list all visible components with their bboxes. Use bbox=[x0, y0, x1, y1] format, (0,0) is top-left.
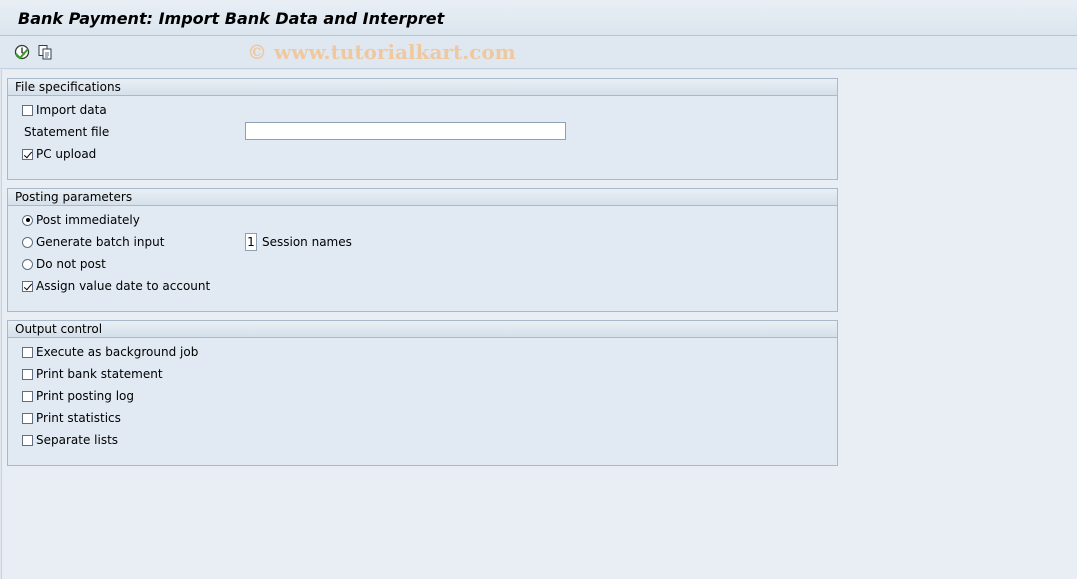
print-bank-statement-checkbox[interactable] bbox=[22, 368, 33, 380]
assign-value-date-option[interactable]: Assign value date to account bbox=[22, 277, 210, 295]
separate-lists-option[interactable]: Separate lists bbox=[22, 431, 118, 449]
do-not-post-radio[interactable] bbox=[22, 258, 33, 270]
execute-icon[interactable] bbox=[13, 43, 31, 61]
statement-file-label: Statement file bbox=[24, 125, 110, 139]
generate-batch-option[interactable]: Generate batch input bbox=[22, 233, 164, 251]
separate-lists-checkbox[interactable] bbox=[22, 434, 33, 446]
watermark-text: © www.tutorialkart.com bbox=[247, 40, 516, 64]
statement-file-input[interactable] bbox=[245, 122, 566, 140]
print-posting-log-checkbox[interactable] bbox=[22, 390, 33, 402]
title-bar: Bank Payment: Import Bank Data and Inter… bbox=[0, 0, 1077, 36]
get-variant-icon[interactable] bbox=[36, 43, 54, 61]
assign-value-date-label: Assign value date to account bbox=[36, 279, 211, 293]
print-posting-log-option[interactable]: Print posting log bbox=[22, 387, 134, 405]
post-immediately-label: Post immediately bbox=[36, 213, 140, 227]
generate-batch-label: Generate batch input bbox=[36, 235, 165, 249]
application-toolbar: © www.tutorialkart.com bbox=[0, 37, 1077, 69]
pc-upload-checkbox[interactable] bbox=[22, 148, 33, 160]
print-statistics-checkbox[interactable] bbox=[22, 412, 33, 424]
assign-value-date-checkbox[interactable] bbox=[22, 280, 33, 292]
session-names-row: Session names bbox=[262, 233, 352, 251]
separate-lists-label: Separate lists bbox=[36, 433, 119, 447]
print-posting-log-label: Print posting log bbox=[36, 389, 134, 403]
session-names-input[interactable]: 1 bbox=[245, 233, 257, 251]
do-not-post-label: Do not post bbox=[36, 257, 106, 271]
statement-file-row: Statement file bbox=[24, 123, 109, 141]
group-posting-parameters: Posting parameters Post immediately Gene… bbox=[7, 188, 838, 312]
selection-screen: File specifications Import data Statemen… bbox=[1, 70, 1077, 579]
page-title: Bank Payment: Import Bank Data and Inter… bbox=[18, 9, 445, 28]
import-data-checkbox[interactable] bbox=[22, 104, 33, 116]
post-immediately-radio[interactable] bbox=[22, 214, 33, 226]
pc-upload-option[interactable]: PC upload bbox=[22, 145, 96, 163]
import-data-option[interactable]: Import data bbox=[22, 101, 107, 119]
background-job-label: Execute as background job bbox=[36, 345, 199, 359]
import-data-label: Import data bbox=[36, 103, 107, 117]
background-job-checkbox[interactable] bbox=[22, 346, 33, 358]
background-job-option[interactable]: Execute as background job bbox=[22, 343, 198, 361]
group-header-file-specifications: File specifications bbox=[8, 79, 837, 96]
print-statistics-label: Print statistics bbox=[36, 411, 121, 425]
session-names-label: Session names bbox=[262, 235, 352, 249]
print-bank-statement-label: Print bank statement bbox=[36, 367, 163, 381]
group-header-output-control: Output control bbox=[8, 321, 837, 338]
group-output-control: Output control Execute as background job… bbox=[7, 320, 838, 466]
print-statistics-option[interactable]: Print statistics bbox=[22, 409, 121, 427]
print-bank-statement-option[interactable]: Print bank statement bbox=[22, 365, 163, 383]
pc-upload-label: PC upload bbox=[36, 147, 97, 161]
post-immediately-option[interactable]: Post immediately bbox=[22, 211, 140, 229]
generate-batch-radio[interactable] bbox=[22, 236, 33, 248]
group-header-posting-parameters: Posting parameters bbox=[8, 189, 837, 206]
do-not-post-option[interactable]: Do not post bbox=[22, 255, 106, 273]
group-file-specifications: File specifications Import data Statemen… bbox=[7, 78, 838, 180]
